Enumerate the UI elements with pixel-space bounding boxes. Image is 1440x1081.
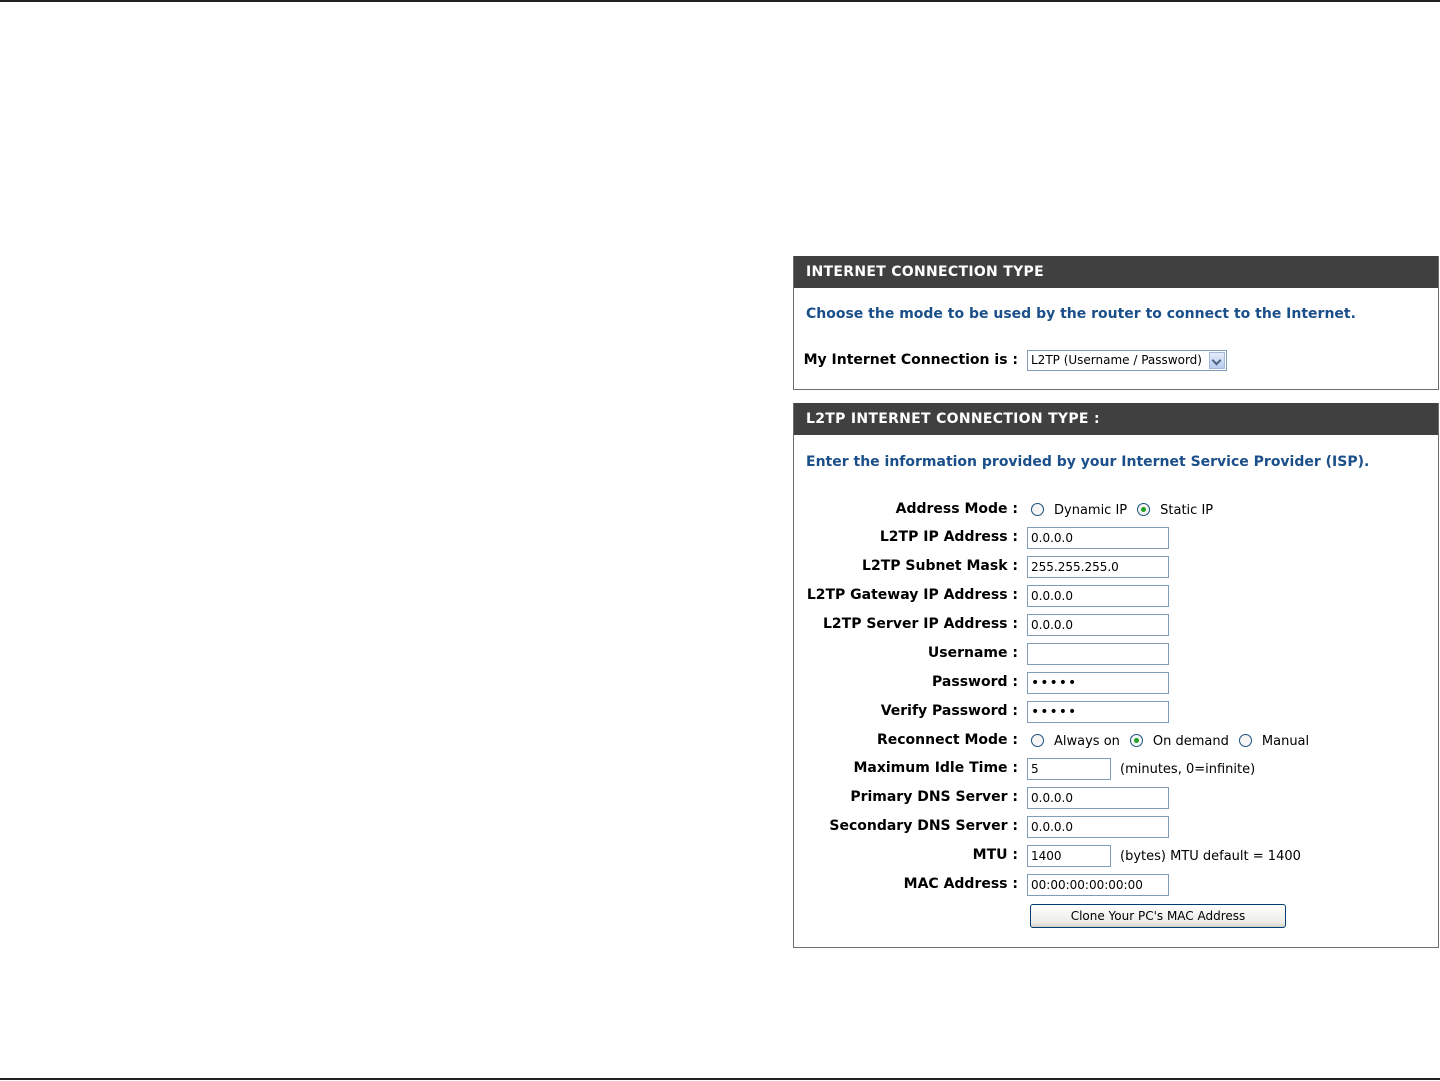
ip-address-row: L2TP IP Address : 0.0.0.0 [794, 525, 1438, 551]
ip-address-label: L2TP IP Address : [879, 529, 1018, 545]
server-label: L2TP Server IP Address : [823, 616, 1018, 632]
address-mode-row: Address Mode : Dynamic IP Static IP [794, 497, 1438, 523]
secondary-dns-label: Secondary DNS Server : [829, 818, 1018, 834]
panel-intro: Enter the information provided by your I… [806, 454, 1370, 470]
gateway-row: L2TP Gateway IP Address : 0.0.0.0 [794, 583, 1438, 609]
dynamic-ip-radio[interactable] [1031, 503, 1044, 516]
reconnect-mode-label: Reconnect Mode : [876, 732, 1018, 748]
on-demand-radio[interactable] [1129, 734, 1143, 747]
panel-header: L2TP INTERNET CONNECTION TYPE : [794, 403, 1438, 435]
mtu-hint: (bytes) MTU default = 1400 [1120, 849, 1301, 864]
idle-time-row: Maximum Idle Time : 5 (minutes, 0=infini… [794, 756, 1438, 782]
clone-mac-button[interactable]: Clone Your PC's MAC Address [1030, 904, 1286, 928]
mtu-row: MTU : 1400 (bytes) MTU default = 1400 [794, 843, 1438, 869]
mac-label: MAC Address : [903, 876, 1018, 892]
ip-address-input[interactable]: 0.0.0.0 [1027, 527, 1169, 549]
verify-password-label: Verify Password : [880, 703, 1018, 719]
password-row: Password : ••••• [794, 670, 1438, 696]
username-input[interactable] [1027, 643, 1169, 665]
subnet-mask-input[interactable]: 255.255.255.0 [1027, 556, 1169, 578]
secondary-dns-row: Secondary DNS Server : 0.0.0.0 [794, 814, 1438, 840]
secondary-dns-input[interactable]: 0.0.0.0 [1027, 816, 1169, 838]
server-row: L2TP Server IP Address : 0.0.0.0 [794, 612, 1438, 638]
panel-intro: Choose the mode to be used by the router… [806, 306, 1356, 322]
idle-time-label: Maximum Idle Time : [853, 760, 1018, 776]
static-ip-label: Static IP [1160, 503, 1214, 518]
idle-time-hint: (minutes, 0=infinite) [1120, 762, 1256, 777]
server-input[interactable]: 0.0.0.0 [1027, 614, 1169, 636]
manual-label: Manual [1261, 734, 1310, 749]
mtu-input[interactable]: 1400 [1027, 845, 1111, 867]
l2tp-panel: L2TP INTERNET CONNECTION TYPE : Enter th… [793, 403, 1439, 948]
mac-input[interactable]: 00:00:00:00:00:00 [1027, 874, 1169, 896]
primary-dns-row: Primary DNS Server : 0.0.0.0 [794, 785, 1438, 811]
connection-row: My Internet Connection is : L2TP (Userna… [794, 348, 1438, 374]
internet-connection-type-panel: INTERNET CONNECTION TYPE Choose the mode… [793, 256, 1439, 390]
dynamic-ip-label: Dynamic IP [1054, 503, 1128, 518]
on-demand-label: On demand [1152, 734, 1229, 749]
reconnect-mode-radios: Always on On demand Manual [1031, 732, 1319, 752]
manual-radio[interactable] [1238, 734, 1252, 747]
chevron-down-icon[interactable] [1209, 352, 1225, 369]
subnet-mask-row: L2TP Subnet Mask : 255.255.255.0 [794, 554, 1438, 580]
connection-label: My Internet Connection is : [803, 352, 1018, 368]
username-row: Username : [794, 641, 1438, 667]
password-input[interactable]: ••••• [1027, 672, 1169, 694]
subnet-mask-label: L2TP Subnet Mask : [862, 558, 1018, 574]
bottom-rule [0, 1078, 1440, 1080]
reconnect-mode-row: Reconnect Mode : Always on On demand Manua… [794, 728, 1438, 754]
connection-type-value: L2TP (Username / Password) [1031, 353, 1202, 367]
gateway-input[interactable]: 0.0.0.0 [1027, 585, 1169, 607]
top-rule [0, 0, 1440, 2]
panel-header: INTERNET CONNECTION TYPE [794, 256, 1438, 288]
clone-row: Clone Your PC's MAC Address [794, 903, 1438, 929]
address-mode-radios: Dynamic IP Static IP [1031, 501, 1223, 521]
primary-dns-input[interactable]: 0.0.0.0 [1027, 787, 1169, 809]
mac-row: MAC Address : 00:00:00:00:00:00 [794, 872, 1438, 898]
always-on-label: Always on [1054, 734, 1120, 749]
password-label: Password : [932, 674, 1018, 690]
connection-type-select[interactable]: L2TP (Username / Password) [1027, 350, 1227, 371]
address-mode-label: Address Mode : [895, 501, 1018, 517]
mtu-label: MTU : [972, 847, 1018, 863]
static-ip-radio[interactable] [1137, 503, 1151, 516]
username-label: Username : [927, 645, 1018, 661]
always-on-radio[interactable] [1031, 734, 1044, 747]
primary-dns-label: Primary DNS Server : [850, 789, 1018, 805]
verify-password-row: Verify Password : ••••• [794, 699, 1438, 725]
verify-password-input[interactable]: ••••• [1027, 701, 1169, 723]
idle-time-input[interactable]: 5 [1027, 758, 1111, 780]
gateway-label: L2TP Gateway IP Address : [806, 587, 1018, 603]
